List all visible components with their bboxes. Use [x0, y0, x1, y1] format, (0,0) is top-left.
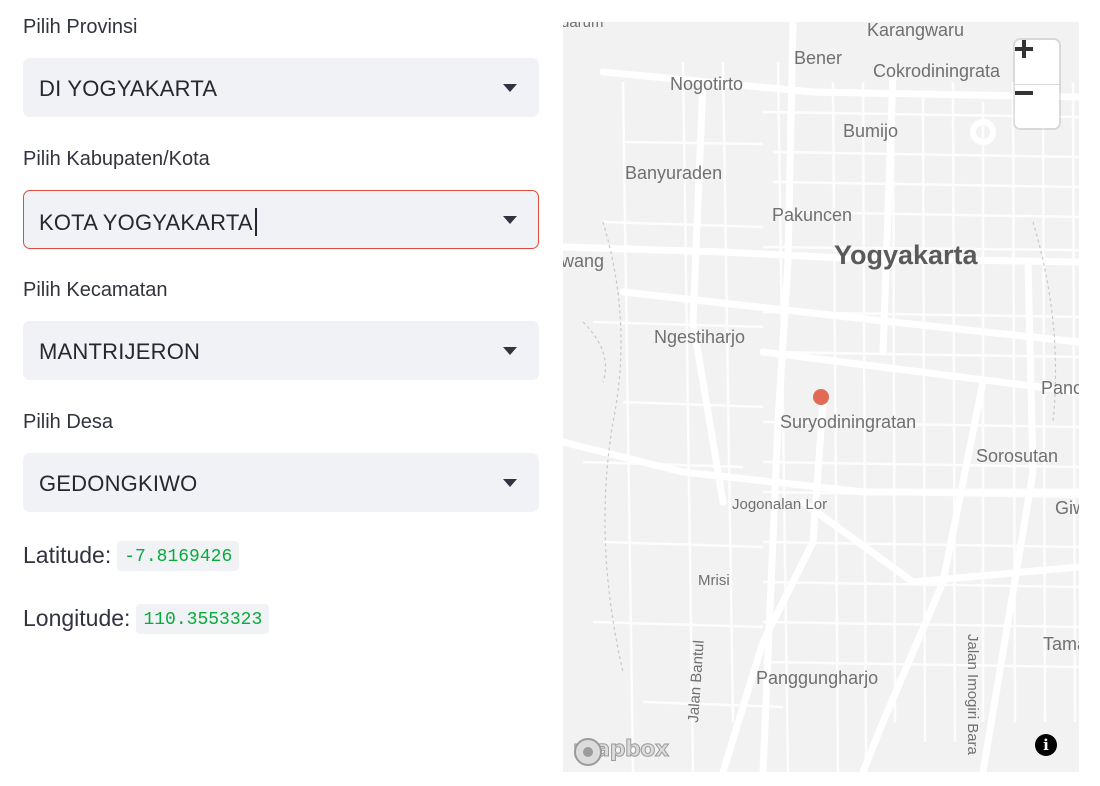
longitude-label: Longitude:: [23, 605, 131, 631]
map-label-nogotirto: Nogotirto: [670, 74, 744, 94]
map-label-mrisi: Mrisi: [698, 572, 730, 589]
map-label-suryodiningratan: Suryodiningratan: [780, 412, 917, 432]
mapbox-logo[interactable]: mapbox: [573, 737, 670, 766]
chevron-down-icon: [503, 347, 517, 355]
map-label-pakuncen: Pakuncen: [772, 205, 853, 225]
chevron-down-icon: [503, 216, 517, 224]
kabupaten-input-wrap[interactable]: KOTA YOGYAKARTA: [39, 208, 257, 236]
mapbox-icon: [574, 738, 602, 766]
kecamatan-select[interactable]: MANTRIJERON: [23, 321, 539, 380]
kabupaten-label: Pilih Kabupaten/Kota: [23, 148, 210, 170]
map-label-jalan-imogiri: Jalan Imogiri Bara: [964, 634, 981, 755]
map-label-karangwaru: Karangwaru: [867, 22, 965, 40]
latitude-label: Latitude:: [23, 542, 112, 568]
map-label-wang: wang: [563, 251, 605, 271]
kabupaten-value[interactable]: KOTA YOGYAKARTA: [39, 210, 253, 235]
map-label-cokrodiningrata: Cokrodiningrata: [873, 61, 1001, 81]
map-label-panc: Panc: [1041, 378, 1079, 398]
map-label-ngestiharjo: Ngestiharjo: [654, 327, 746, 347]
plus-icon: [1015, 40, 1033, 58]
info-icon[interactable]: i: [1035, 734, 1057, 756]
desa-value: GEDONGKIWO: [39, 471, 198, 496]
zoom-in-button[interactable]: [1015, 40, 1059, 85]
latitude-row: Latitude: -7.8169426: [23, 541, 240, 571]
map-label-jogonalan-lor: Jogonalan Lor: [732, 496, 828, 513]
map-label-banyuraden: Banyuraden: [625, 163, 723, 183]
map[interactable]: darum Karangwaru Bener Cokrodiningrata N…: [563, 22, 1079, 772]
latitude-value: -7.8169426: [117, 541, 240, 571]
desa-select[interactable]: GEDONGKIWO: [23, 453, 539, 512]
kecamatan-value: MANTRIJERON: [39, 339, 201, 364]
provinsi-value: DI YOGYAKARTA: [39, 76, 218, 101]
zoom-control: [1015, 40, 1059, 128]
provinsi-label: Pilih Provinsi: [23, 16, 138, 38]
map-label-panggungharjo: Panggungharjo: [756, 668, 879, 688]
kecamatan-label: Pilih Kecamatan: [23, 279, 168, 301]
map-label-sorosutan: Sorosutan: [976, 446, 1059, 466]
chevron-down-icon: [503, 479, 517, 487]
map-label-bener: Bener: [794, 48, 843, 68]
zoom-out-button[interactable]: [1015, 84, 1059, 128]
kabupaten-select[interactable]: KOTA YOGYAKARTA: [23, 190, 539, 249]
location-marker[interactable]: [813, 389, 829, 405]
text-caret: [254, 208, 257, 236]
desa-label: Pilih Desa: [23, 411, 114, 433]
map-label-bumijo: Bumijo: [843, 121, 899, 141]
provinsi-select[interactable]: DI YOGYAKARTA: [23, 58, 539, 117]
map-label-giw: Giw: [1055, 498, 1079, 518]
longitude-value: 110.3553323: [136, 604, 270, 634]
chevron-down-icon: [503, 84, 517, 92]
longitude-row: Longitude: 110.3553323: [23, 604, 270, 634]
map-label-yogyakarta: Yogyakarta: [834, 240, 978, 270]
map-label-tama: Tama: [1043, 634, 1079, 654]
map-label-darum: darum: [563, 22, 604, 31]
minus-icon: [1015, 91, 1033, 95]
